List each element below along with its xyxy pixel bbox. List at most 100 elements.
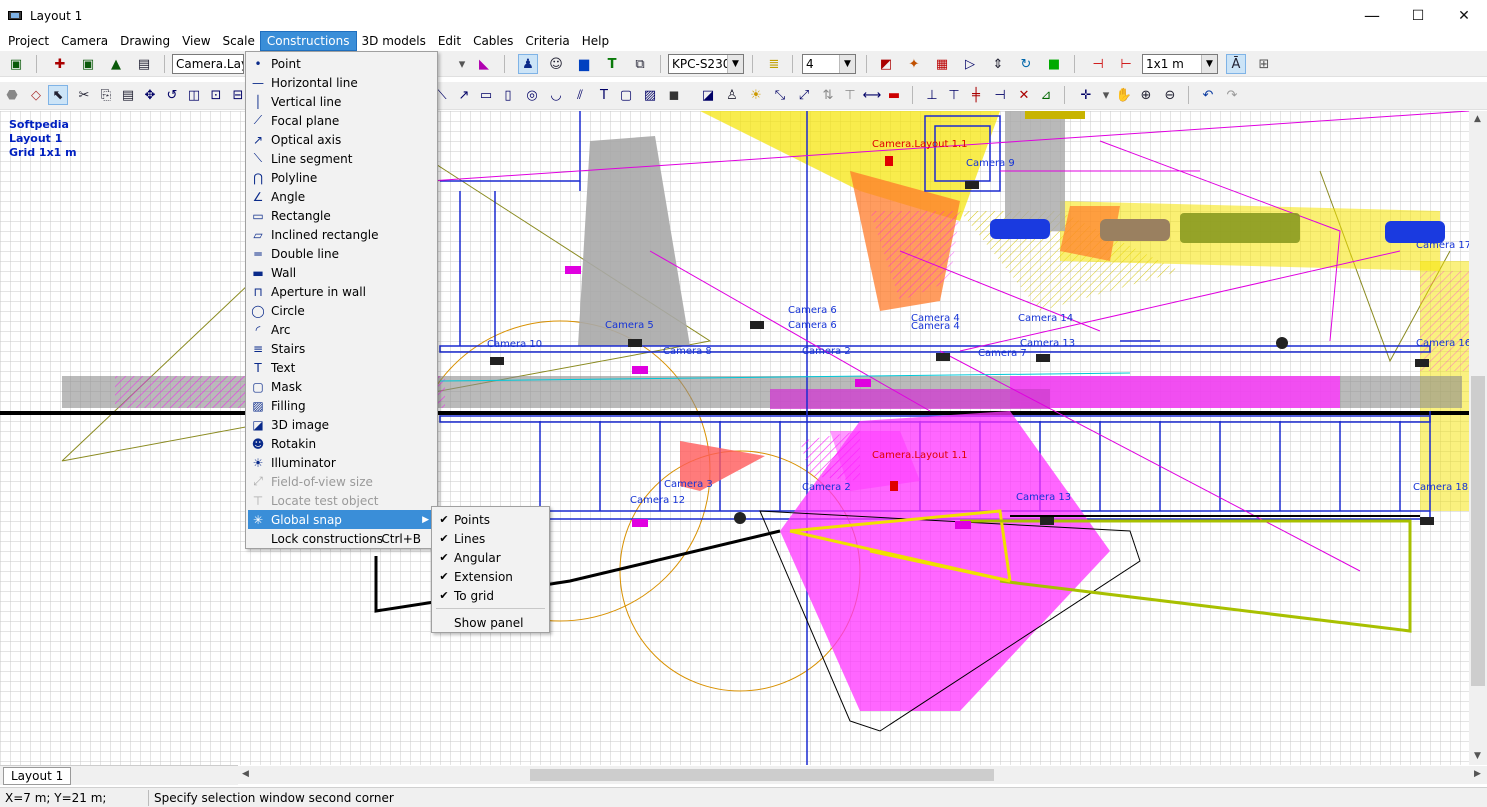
menu-item-mask[interactable]: ▢ Mask	[248, 377, 435, 396]
vertical-scrollbar[interactable]: ▲ ▼	[1469, 111, 1487, 765]
camera-label[interactable]: Camera 10	[487, 339, 542, 350]
camera-model-select[interactable]: KPC-S230C ▼	[668, 54, 744, 74]
camera-label[interactable]: Camera 6	[788, 305, 837, 316]
menu-item-angle[interactable]: ∠ Angle	[248, 187, 435, 206]
camera-label[interactable]: Camera 16	[1416, 338, 1469, 349]
rect-tool-icon[interactable]: ▭	[476, 85, 496, 105]
hatch-icon[interactable]: ◩	[876, 54, 896, 74]
mask-tool-icon[interactable]: ▢	[616, 85, 636, 105]
dropdown-arrow-icon[interactable]: ▾	[1096, 85, 1116, 105]
circle-tool-icon[interactable]: ◎	[522, 85, 542, 105]
select-icon[interactable]: ⬉	[48, 85, 68, 105]
menu-cables[interactable]: Cables	[467, 32, 519, 50]
locate-tool-icon[interactable]: ⊤	[840, 85, 860, 105]
menu-item-circle[interactable]: ◯ Circle	[248, 301, 435, 320]
tab-layout-1[interactable]: Layout 1	[3, 767, 72, 785]
horizontal-scrollbar[interactable]: ◀ ▶	[238, 766, 1487, 784]
show-panel-item[interactable]: Show panel	[434, 613, 547, 632]
measure-icon[interactable]: ⟷	[862, 85, 882, 105]
menu-item-inclined-rectangle[interactable]: ▱ Inclined rectangle	[248, 225, 435, 244]
horizontal-scroll-thumb[interactable]	[530, 769, 994, 781]
menu-help[interactable]: Help	[576, 32, 615, 50]
snap-grid-icon[interactable]: ✕	[1014, 85, 1034, 105]
undo-icon[interactable]: ↶	[1198, 85, 1218, 105]
camera-label[interactable]: Camera 14	[1018, 313, 1073, 324]
minimize-button[interactable]: —	[1349, 0, 1395, 31]
height-icon[interactable]: ⇕	[988, 54, 1008, 74]
rotate-icon[interactable]: ↺	[162, 85, 182, 105]
eraser-icon[interactable]: ◇	[26, 85, 46, 105]
snap-line-icon[interactable]: ⊤	[944, 85, 964, 105]
camera-label[interactable]: Camera 4	[911, 321, 960, 332]
camera-label[interactable]: Camera 18	[1413, 482, 1468, 493]
snap-item-points[interactable]: ✔ Points	[434, 510, 547, 529]
fill-tool-icon[interactable]: ▨	[640, 85, 660, 105]
camera-label[interactable]: Camera 17	[1416, 240, 1469, 251]
menu-scale[interactable]: Scale	[217, 32, 261, 50]
grid-icon[interactable]: ⊞	[1254, 54, 1274, 74]
face-icon[interactable]: ☺	[546, 54, 566, 74]
snap-item-angular[interactable]: ✔ Angular	[434, 548, 547, 567]
vertical-scroll-thumb[interactable]	[1471, 376, 1485, 686]
scroll-up-icon[interactable]: ▲	[1474, 114, 1481, 124]
menu-item-arc[interactable]: ◜ Arc	[248, 320, 435, 339]
menu-edit[interactable]: Edit	[432, 32, 467, 50]
menu-criteria[interactable]: Criteria	[519, 32, 575, 50]
snap-angle-icon[interactable]: ╪	[966, 85, 986, 105]
scroll-down-icon[interactable]: ▼	[1474, 751, 1481, 761]
camera-label[interactable]: Camera 3	[664, 479, 713, 490]
close-button[interactable]: ✕	[1441, 0, 1487, 31]
add-camera-icon[interactable]: ✚	[50, 54, 70, 74]
snap-panel-icon[interactable]: ⊿	[1036, 85, 1056, 105]
paste-icon[interactable]: ▤	[118, 85, 138, 105]
camera-label[interactable]: Camera 6	[788, 320, 837, 331]
snap-item-extension[interactable]: ✔ Extension	[434, 567, 547, 586]
camera-label[interactable]: Camera 9	[966, 158, 1015, 169]
fov-tool-icon[interactable]: ⤡	[770, 85, 790, 105]
snap-point-icon[interactable]: ⊥	[922, 85, 942, 105]
menu-item-filling[interactable]: ▨ Filling	[248, 396, 435, 415]
menu-item-wall[interactable]: ▬ Wall	[248, 263, 435, 282]
text-tool-icon[interactable]: T	[602, 54, 622, 74]
pan-hand-icon[interactable]: ✋	[1114, 85, 1134, 105]
menu-item-polyline[interactable]: ⋂ Polyline	[248, 168, 435, 187]
menu-drawing[interactable]: Drawing	[114, 32, 176, 50]
menu-constructions[interactable]: Constructions	[259, 31, 357, 51]
menu-item-rectangle[interactable]: ▭ Rectangle	[248, 206, 435, 225]
redo-icon[interactable]: ↷	[1222, 85, 1242, 105]
layout-canvas[interactable]: Softpedia Layout 1 Grid 1x1 m Camera.Lay…	[0, 111, 1469, 765]
zoom-in-icon[interactable]: ⊕	[1136, 85, 1156, 105]
properties-icon[interactable]: ▤	[134, 54, 154, 74]
menu-item-line-segment[interactable]: ⟍ Line segment	[248, 149, 435, 168]
levels-icon[interactable]: ≣	[764, 54, 784, 74]
scroll-left-icon[interactable]: ◀	[242, 769, 249, 779]
mirror-icon[interactable]: ◫	[184, 85, 204, 105]
camera-label[interactable]: Camera 2	[802, 346, 851, 357]
dimension-line-icon[interactable]: ⊣	[1088, 54, 1108, 74]
snap-item-lines[interactable]: ✔ Lines	[434, 529, 547, 548]
view-icon[interactable]: ▷	[960, 54, 980, 74]
light-icon[interactable]: ✦	[904, 54, 924, 74]
tree-icon[interactable]: ▲	[106, 54, 126, 74]
menu-item-illuminator[interactable]: ☀ Illuminator	[248, 453, 435, 472]
camera-label[interactable]: Camera 8	[663, 346, 712, 357]
scale-tool-icon[interactable]: ⊡	[206, 85, 226, 105]
double-line-tool-icon[interactable]: ⫽	[570, 85, 590, 105]
menu-item-stairs[interactable]: ≡ Stairs	[248, 339, 435, 358]
camera-label[interactable]: Camera 2	[802, 482, 851, 493]
axis-tool-icon[interactable]: ⤢	[794, 85, 814, 105]
camera-label[interactable]: Camera 12	[630, 495, 685, 506]
text-icon-2[interactable]: T	[594, 85, 614, 105]
copy-camera-icon[interactable]: ▣	[78, 54, 98, 74]
menu-item-point[interactable]: • Point	[248, 54, 435, 73]
crosshair-icon[interactable]: ✛	[1076, 85, 1096, 105]
text-strike-icon[interactable]: Ā	[1226, 54, 1246, 74]
zoom-out-icon[interactable]: ⊖	[1160, 85, 1180, 105]
copy-icon[interactable]: ⎘	[96, 85, 116, 105]
camera-label[interactable]: Camera 7	[978, 348, 1027, 359]
arc-tool-icon[interactable]: ◡	[546, 85, 566, 105]
rotakin-tool-icon[interactable]: ♙	[722, 85, 742, 105]
camera-label[interactable]: Camera.Layout 1.1	[872, 139, 968, 150]
camera-label[interactable]: Camera 13	[1016, 492, 1071, 503]
green-square-icon[interactable]: ■	[1044, 54, 1064, 74]
